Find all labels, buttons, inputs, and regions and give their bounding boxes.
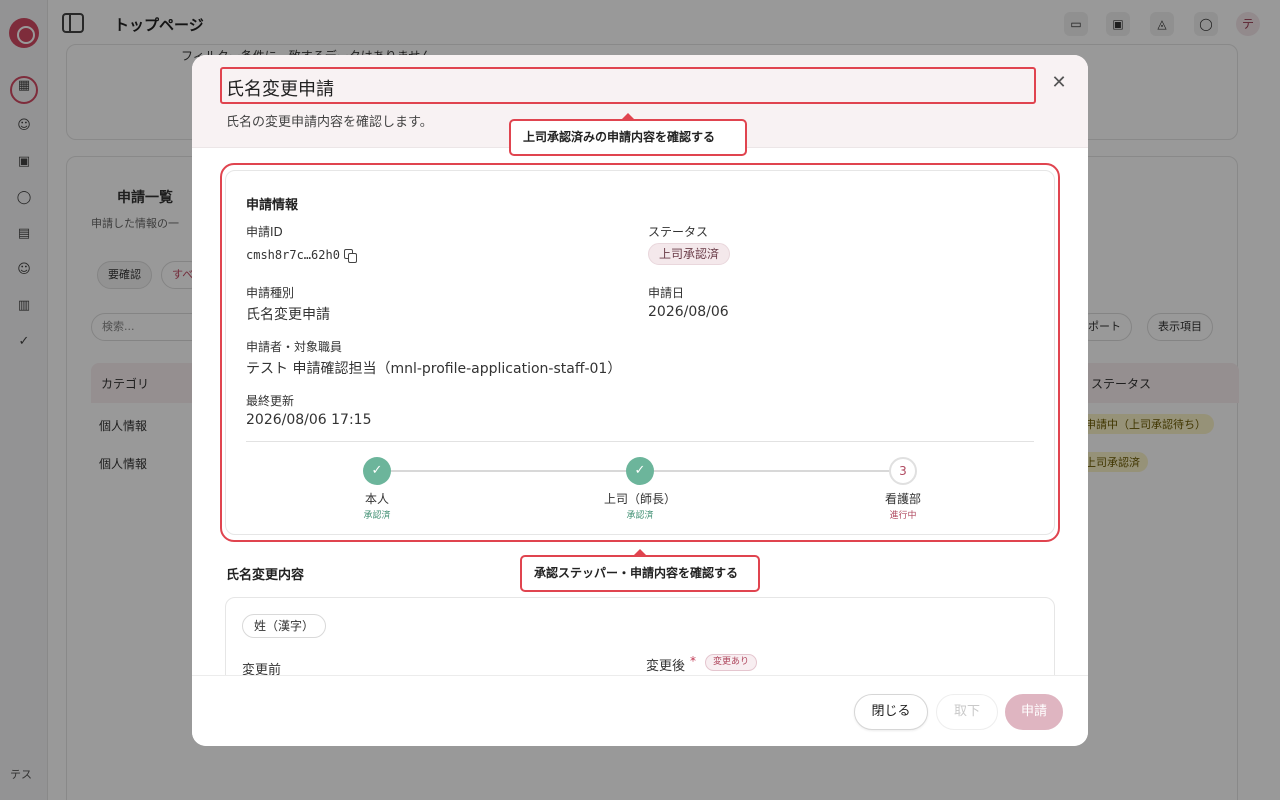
changed-badge: 変更あり (705, 654, 758, 671)
status-badge: 上司承認済 (648, 243, 731, 265)
info-section-title: 申請情報 (246, 198, 299, 213)
step-name: 看護部 (884, 492, 921, 506)
close-button[interactable]: 閉じる (854, 694, 928, 730)
step-number: 3 (889, 457, 917, 485)
application-date-value: 2026/08/06 (648, 304, 729, 320)
withdraw-button[interactable]: 取下 (936, 694, 998, 730)
application-date-label: 申請日 (648, 286, 685, 300)
application-type-value: 氏名変更申請 (246, 307, 330, 323)
step-state: 進行中 (889, 511, 917, 521)
step-name: 上司（師長） (603, 492, 676, 506)
after-label: 変更後 (646, 659, 686, 674)
callout-stepper-content: 承認ステッパー・申請内容を確認する (520, 555, 760, 592)
modal-footer: 閉じる 取下 申請 (192, 675, 1088, 746)
field-chip: 姓（漢字） (242, 614, 327, 638)
application-info-card: 申請情報 申請ID cmsh8r7c…62h0 ステータス 上司承認済 申請種別… (225, 170, 1055, 535)
modal-description: 氏名の変更申請内容を確認します。 (226, 115, 433, 130)
modal-title: 氏名変更申請 (226, 79, 334, 100)
step-check-icon: ✓ (626, 457, 654, 485)
application-id-value: cmsh8r7c…62h0 (246, 248, 340, 262)
name-change-modal: 氏名変更申請 氏名の変更申請内容を確認します。 ✕ 申請情報 申請ID cmsh… (192, 55, 1088, 746)
step-check-icon: ✓ (363, 457, 391, 485)
last-updated-value: 2026/08/06 17:15 (246, 412, 372, 428)
required-mark: * (690, 654, 696, 668)
stepper-connector (654, 470, 890, 472)
last-updated-label: 最終更新 (246, 394, 295, 408)
apply-button[interactable]: 申請 (1005, 694, 1063, 730)
close-icon[interactable]: ✕ (1049, 73, 1069, 93)
callout-approved-content: 上司承認済みの申請内容を確認する (509, 119, 747, 156)
copy-icon[interactable] (344, 249, 358, 263)
info-divider (246, 441, 1034, 442)
step-state: 承認済 (363, 511, 391, 521)
applicant-label: 申請者・対象職員 (246, 340, 343, 354)
status-label: ステータス (648, 225, 709, 239)
application-type-label: 申請種別 (246, 286, 295, 300)
step-state: 承認済 (626, 511, 654, 521)
stepper-connector (391, 470, 627, 472)
step-name: 本人 (364, 492, 389, 506)
application-id-label: 申請ID (246, 225, 283, 239)
change-section-title: 氏名変更内容 (226, 568, 305, 583)
applicant-value: テスト 申請確認担当（mnl-profile-application-staff… (246, 361, 622, 377)
